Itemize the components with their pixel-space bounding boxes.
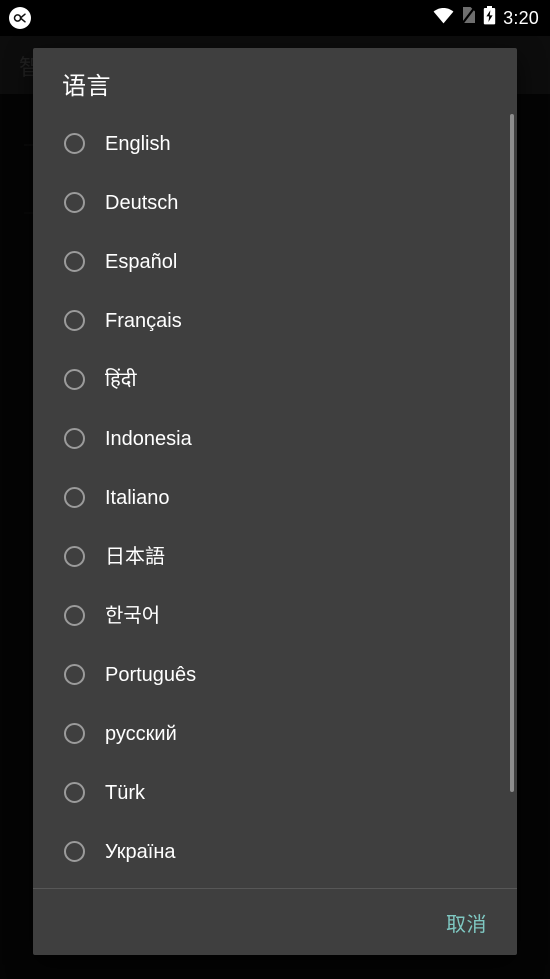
language-option-label: Italiano [105, 486, 170, 509]
language-option-label: Español [105, 250, 178, 273]
status-bar: 3:20 [0, 0, 550, 36]
language-option-label: Indonesia [105, 427, 192, 450]
language-option-row[interactable]: Italiano [33, 468, 517, 527]
radio-button-icon[interactable] [64, 605, 85, 627]
radio-button-icon[interactable] [64, 369, 85, 391]
radio-button-icon[interactable] [64, 664, 85, 686]
radio-button-icon[interactable] [64, 428, 85, 450]
status-bar-right: 3:20 [433, 6, 550, 30]
language-option-label: 한국어 [105, 604, 161, 627]
language-option-label: русский [105, 722, 177, 745]
scrollbar-thumb[interactable] [510, 114, 514, 793]
scrollbar-track[interactable] [510, 114, 514, 888]
language-option-row[interactable]: Español [33, 232, 517, 291]
radio-button-icon[interactable] [64, 841, 85, 863]
cancel-button[interactable]: 取消 [440, 900, 493, 945]
radio-button-icon[interactable] [64, 310, 85, 332]
radio-button-icon[interactable] [64, 546, 85, 568]
language-option-row[interactable]: Português [33, 645, 517, 704]
language-option-row[interactable]: Indonesia [33, 409, 517, 468]
language-option-row[interactable]: русский [33, 704, 517, 763]
radio-button-icon[interactable] [64, 133, 85, 155]
language-option-label: Україна [105, 840, 176, 863]
language-option-label: Português [105, 663, 197, 686]
radio-button-icon[interactable] [64, 487, 85, 509]
language-option-row[interactable]: 日本語 [33, 527, 517, 586]
language-option-label: Türk [105, 781, 145, 804]
language-option-label: Deutsch [105, 191, 179, 214]
radio-button-icon[interactable] [64, 251, 85, 273]
wifi-icon [433, 7, 454, 29]
language-option-row[interactable]: English [33, 114, 517, 173]
no-sim-icon [461, 6, 477, 29]
language-option-row[interactable]: Türk [33, 763, 517, 822]
language-option-row[interactable]: Україна [33, 822, 517, 881]
language-option-label: English [105, 132, 171, 155]
app-badge-icon [9, 7, 31, 29]
language-list-container: English Deutsch Español Français हिंदी Indone… [33, 114, 517, 888]
language-option-label: हिंदी [105, 368, 137, 391]
radio-button-icon[interactable] [64, 723, 85, 745]
language-option-row[interactable]: Français [33, 291, 517, 350]
language-option-label: 日本語 [105, 545, 165, 568]
radio-button-icon[interactable] [64, 782, 85, 804]
language-option-row[interactable]: हिंदी [33, 350, 517, 409]
dialog-footer: 取消 [33, 889, 517, 955]
language-list: English Deutsch Español Français हिंदी Indone… [33, 114, 517, 881]
status-clock: 3:20 [503, 8, 539, 28]
language-option-label: Français [105, 309, 182, 332]
dialog-title: 语言 [62, 73, 111, 100]
language-dialog: 语言 English Deutsch Español Français हिंदी Ind… [33, 48, 517, 955]
status-bar-left [0, 7, 31, 29]
language-option-row[interactable]: Deutsch [33, 173, 517, 232]
radio-button-icon[interactable] [64, 192, 85, 214]
language-option-row[interactable]: 한국어 [33, 586, 517, 645]
battery-charging-icon [483, 6, 496, 30]
